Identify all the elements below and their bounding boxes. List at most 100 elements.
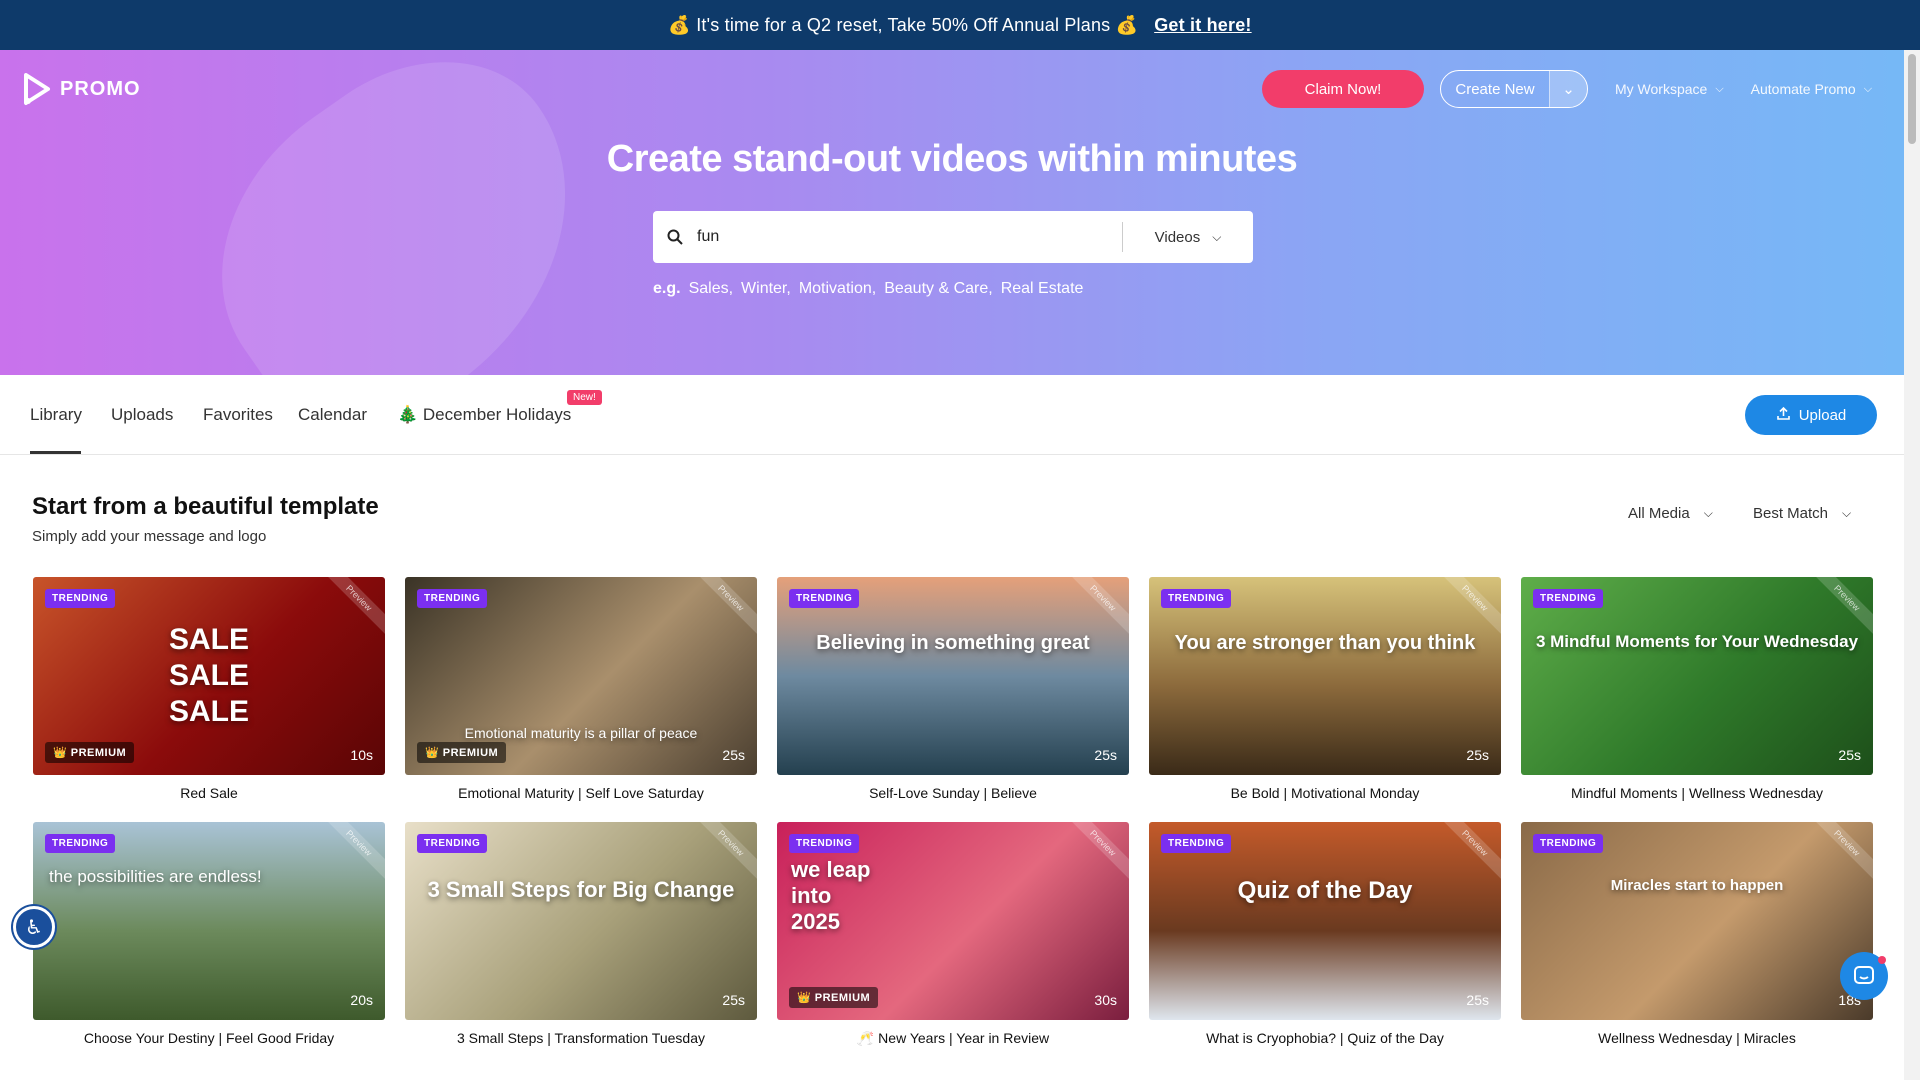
hero: PROMO Claim Now! Create New ⌄ My Workspa… <box>0 50 1904 375</box>
example-link-motivation[interactable]: Motivation, <box>799 280 876 298</box>
template-title[interactable]: Wellness Wednesday | Miracles <box>1521 1030 1873 1046</box>
duration-label: 25s <box>722 992 745 1008</box>
template-thumbnail[interactable]: TRENDING Preview we leap into 2025 👑 PREMIU… <box>777 822 1129 1020</box>
template-card[interactable]: TRENDING Preview Emotional maturity is a p… <box>405 577 757 801</box>
hero-background-hand <box>158 50 642 375</box>
trending-badge: TRENDING <box>417 589 488 608</box>
preview-ribbon: Preview <box>1806 822 1873 884</box>
chevron-down-icon: ⌵ <box>1703 506 1713 520</box>
template-card[interactable]: TRENDING Preview You are stronger than you… <box>1149 577 1501 801</box>
chevron-down-icon: ⌵ <box>1715 82 1724 95</box>
chevron-down-icon: ⌵ <box>1212 229 1222 244</box>
search-input[interactable] <box>697 228 1122 246</box>
preview-ribbon: Preview <box>1806 577 1873 639</box>
template-thumbnail[interactable]: TRENDING Preview SALE SALE SALE 👑 PREMIUM 10… <box>33 577 385 775</box>
tab-library[interactable]: Library <box>30 405 82 425</box>
template-card[interactable]: TRENDING Preview we leap into 2025 👑 PREMIU… <box>777 822 1129 1047</box>
template-title[interactable]: Be Bold | Motivational Monday <box>1149 785 1501 801</box>
scrollbar-thumb[interactable] <box>1908 54 1916 144</box>
search-type-select[interactable]: Videos ⌵ <box>1123 229 1253 246</box>
template-thumbnail[interactable]: TRENDING Preview You are stronger than you… <box>1149 577 1501 775</box>
example-link-beauty[interactable]: Beauty & Care, <box>884 280 993 298</box>
template-overlay-text: Emotional maturity is a pillar of peace <box>464 725 698 741</box>
trending-badge: TRENDING <box>1161 834 1232 853</box>
search-type-label: Videos <box>1154 228 1201 246</box>
template-card[interactable]: TRENDING Preview Believing in something gr… <box>777 577 1129 801</box>
premium-badge: 👑 PREMIUM <box>789 987 879 1008</box>
active-tab-indicator <box>30 451 81 454</box>
promo-banner-text: 💰 It's time for a Q2 reset, Take 50% Off… <box>668 14 1139 35</box>
template-title[interactable]: Choose Your Destiny | Feel Good Friday <box>33 1030 385 1046</box>
preview-ribbon: Preview <box>1434 822 1501 884</box>
chevron-down-icon[interactable]: ⌄ <box>1549 71 1587 107</box>
trending-badge: TRENDING <box>789 834 860 853</box>
trending-badge: TRENDING <box>45 589 116 608</box>
example-link-sales[interactable]: Sales, <box>689 280 733 298</box>
promo-banner: 💰 It's time for a Q2 reset, Take 50% Off… <box>0 0 1920 50</box>
tab-favorites[interactable]: Favorites <box>203 405 273 425</box>
media-filter-dropdown[interactable]: All Media ⌵ <box>1628 505 1713 522</box>
template-title[interactable]: 3 Small Steps | Transformation Tuesday <box>405 1030 757 1046</box>
create-new-label: Create New <box>1455 80 1535 98</box>
trending-badge: TRENDING <box>789 589 860 608</box>
tab-uploads[interactable]: Uploads <box>111 405 173 425</box>
duration-label: 25s <box>1094 747 1117 763</box>
template-overlay-text: 3 Small Steps for Big Change <box>427 877 735 902</box>
search-examples: e.g. Sales, Winter, Motivation, Beauty &… <box>653 280 1091 298</box>
template-card[interactable]: TRENDING Preview Quiz of the Day 25s What is… <box>1149 822 1501 1046</box>
template-overlay-text: SALE SALE SALE <box>168 623 249 728</box>
template-thumbnail[interactable]: TRENDING Preview 3 Small Steps for Big Cha… <box>405 822 757 1020</box>
template-overlay-text: Quiz of the Day <box>1237 877 1413 904</box>
my-workspace-menu[interactable]: My Workspace ⌵ <box>1615 81 1724 97</box>
template-card[interactable]: TRENDING Preview 3 Small Steps for Big Cha… <box>405 822 757 1046</box>
automate-promo-label: Automate Promo <box>1750 81 1856 97</box>
template-thumbnail[interactable]: TRENDING Preview 3 Mindful Moments for You… <box>1521 577 1873 775</box>
my-workspace-label: My Workspace <box>1615 81 1708 97</box>
duration-label: 20s <box>350 992 373 1008</box>
template-card[interactable]: TRENDING Preview the possibilities are end… <box>33 822 385 1046</box>
template-title[interactable]: What is Cryophobia? | Quiz of the Day <box>1149 1030 1501 1046</box>
trending-badge: TRENDING <box>45 834 116 853</box>
hero-title: Create stand-out videos within minutes <box>606 138 1298 180</box>
example-link-winter[interactable]: Winter, <box>741 280 791 298</box>
chevron-down-icon: ⌵ <box>1863 82 1873 95</box>
chat-notification-dot <box>1878 956 1886 964</box>
claim-now-button[interactable]: Claim Now! <box>1262 70 1424 108</box>
template-title[interactable]: Mindful Moments | Wellness Wednesday <box>1521 785 1873 801</box>
automate-promo-menu[interactable]: Automate Promo ⌵ <box>1751 81 1872 97</box>
template-card[interactable]: TRENDING Preview Miracles start to happen 1… <box>1521 822 1873 1046</box>
top-nav: Claim Now! Create New ⌄ My Workspace ⌵ A… <box>1262 70 1872 108</box>
logo[interactable]: PROMO <box>22 72 141 106</box>
chevron-down-icon: ⌵ <box>1842 506 1852 520</box>
template-overlay-text: we leap into 2025 <box>791 857 871 934</box>
page-scrollbar[interactable] <box>1904 50 1920 1080</box>
search-icon <box>653 229 697 245</box>
template-title[interactable]: Red Sale <box>33 785 385 801</box>
duration-label: 25s <box>1838 747 1861 763</box>
template-thumbnail[interactable]: TRENDING Preview Quiz of the Day 25s <box>1149 822 1501 1020</box>
logo-text: PROMO <box>60 77 141 100</box>
tab-december-holidays[interactable]: 🎄 December Holidays <box>397 405 571 425</box>
example-link-real-estate[interactable]: Real Estate <box>1001 280 1084 298</box>
template-title[interactable]: Emotional Maturity | Self Love Saturday <box>405 785 757 801</box>
sort-dropdown[interactable]: Best Match ⌵ <box>1753 505 1851 522</box>
template-thumbnail[interactable]: TRENDING Preview Miracles start to happen 1… <box>1521 822 1873 1020</box>
preview-ribbon: Preview <box>690 822 757 884</box>
accessibility-icon[interactable]: ♿ <box>13 906 55 948</box>
template-title[interactable]: 🥂 New Years | Year in Review <box>777 1030 1129 1047</box>
tab-calendar[interactable]: Calendar <box>298 405 367 425</box>
template-thumbnail[interactable]: TRENDING Preview the possibilities are end… <box>33 822 385 1020</box>
template-card[interactable]: TRENDING Preview 3 Mindful Moments for You… <box>1521 577 1873 801</box>
promo-banner-cta[interactable]: Get it here! <box>1154 15 1251 36</box>
chat-icon[interactable] <box>1840 952 1888 1000</box>
preview-ribbon: Preview <box>1434 577 1501 639</box>
template-title[interactable]: Self-Love Sunday | Believe <box>777 785 1129 801</box>
template-card[interactable]: TRENDING Preview SALE SALE SALE 👑 PREMIUM 10… <box>33 577 385 801</box>
template-thumbnail[interactable]: TRENDING Preview Emotional maturity is a p… <box>405 577 757 775</box>
upload-button[interactable]: Upload <box>1745 395 1877 435</box>
template-overlay-text: Miracles start to happen <box>1610 877 1784 894</box>
create-new-button[interactable]: Create New ⌄ <box>1440 70 1588 108</box>
preview-ribbon: Preview <box>1062 577 1129 639</box>
template-overlay-text: the possibilities are endless! <box>49 867 262 886</box>
template-thumbnail[interactable]: TRENDING Preview Believing in something gr… <box>777 577 1129 775</box>
